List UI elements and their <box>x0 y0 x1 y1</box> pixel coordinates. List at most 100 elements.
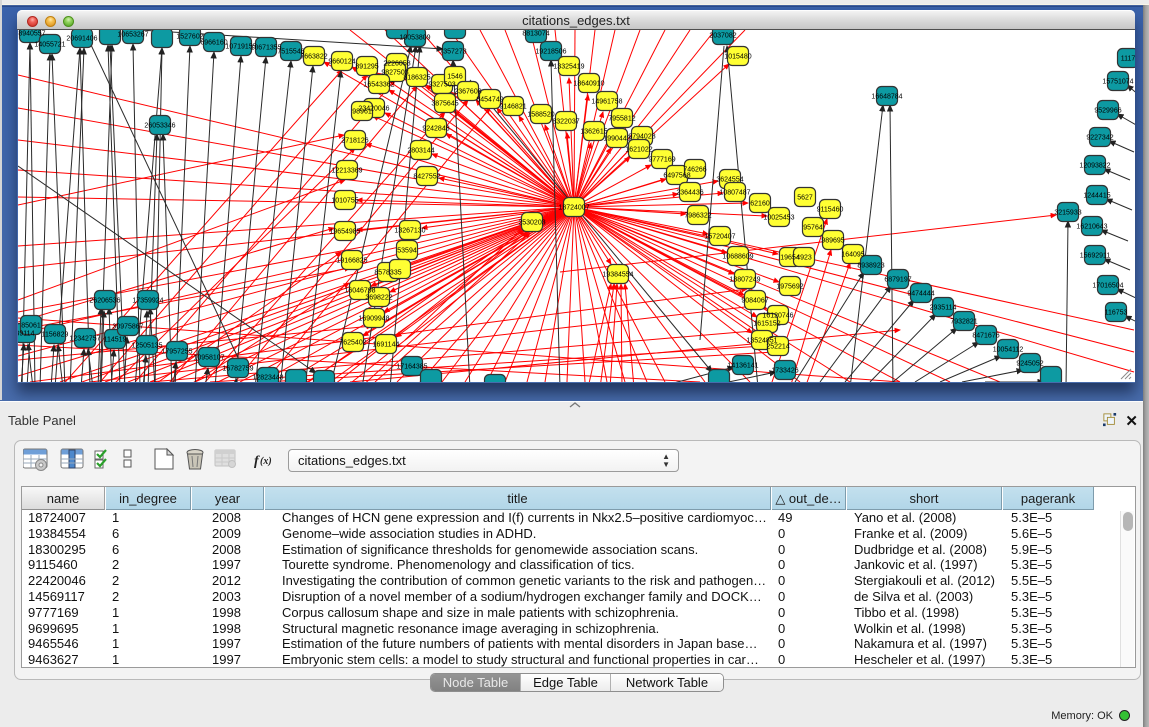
svg-text:15692911: 15692911 <box>1080 253 1111 260</box>
svg-text:85061: 85061 <box>21 323 41 330</box>
svg-text:3215933: 3215933 <box>1054 210 1081 217</box>
svg-text:8938923: 8938923 <box>857 263 884 270</box>
svg-text:9146821: 9146821 <box>499 104 526 111</box>
svg-text:17359924: 17359924 <box>132 298 163 305</box>
svg-text:116753: 116753 <box>1105 310 1128 317</box>
svg-text:9245052: 9245052 <box>1016 361 1043 368</box>
svg-text:1244415: 1244415 <box>1083 193 1110 200</box>
svg-text:9242848: 9242848 <box>422 126 449 133</box>
svg-text:3698222: 3698222 <box>365 295 392 302</box>
svg-text:39114: 39114 <box>18 331 35 338</box>
svg-text:12505135: 12505135 <box>131 343 162 350</box>
svg-text:8813074: 8813074 <box>522 31 549 38</box>
svg-text:10688609: 10688609 <box>722 254 753 261</box>
svg-text:9474444: 9474444 <box>907 291 934 298</box>
svg-text:5627: 5627 <box>797 195 813 202</box>
svg-text:17957255: 17957255 <box>161 349 192 356</box>
svg-text:16543362: 16543362 <box>363 82 394 89</box>
svg-text:1975692: 1975692 <box>776 284 803 291</box>
svg-text:6879197: 6879197 <box>884 277 911 284</box>
svg-text:9227342: 9227342 <box>1086 135 1113 142</box>
svg-text:1691144: 1691144 <box>373 342 400 349</box>
svg-text:95764: 95764 <box>803 225 823 232</box>
svg-text:3875645: 3875645 <box>431 101 458 108</box>
svg-text:9794028: 9794028 <box>628 134 655 141</box>
svg-text:10053809: 10053809 <box>399 35 430 42</box>
svg-text:16046798: 16046798 <box>344 288 375 295</box>
svg-text:15720407: 15720407 <box>704 234 735 241</box>
svg-text:16782759: 16782759 <box>222 366 253 373</box>
svg-text:891295: 891295 <box>355 64 378 71</box>
svg-text:8186325: 8186325 <box>403 75 430 82</box>
svg-text:10807487: 10807487 <box>719 190 750 197</box>
svg-text:7357273: 7357273 <box>439 49 466 56</box>
svg-text:9529966: 9529966 <box>1094 108 1121 115</box>
svg-text:12093822: 12093822 <box>1079 163 1110 170</box>
svg-text:8322037: 8322037 <box>552 119 579 126</box>
svg-text:19218506: 19218506 <box>535 49 566 56</box>
svg-text:53594: 53594 <box>397 248 417 255</box>
svg-text:16210643: 16210643 <box>1076 224 1107 231</box>
svg-text:12342757: 12342757 <box>69 336 100 343</box>
svg-text:1362615: 1362615 <box>580 129 607 136</box>
svg-text:114519: 114519 <box>104 337 127 344</box>
svg-text:19654985: 19654985 <box>329 229 360 236</box>
svg-text:(x): (x) <box>260 456 272 467</box>
svg-text:16120746: 16120746 <box>762 313 793 320</box>
svg-text:7663822: 7663822 <box>300 54 327 61</box>
svg-text:6497568: 6497568 <box>663 173 690 180</box>
svg-text:16648784: 16648784 <box>871 94 902 101</box>
svg-text:746266: 746266 <box>683 167 706 174</box>
svg-text:1546: 1546 <box>447 74 463 81</box>
svg-text:9115460: 9115460 <box>817 207 844 214</box>
svg-text:12823448: 12823448 <box>252 375 283 382</box>
svg-text:6966160: 6966160 <box>200 40 227 47</box>
svg-text:1010755: 1010755 <box>331 198 358 205</box>
svg-text:164095: 164095 <box>841 252 864 259</box>
svg-text:19166825: 19166825 <box>336 258 367 265</box>
svg-text:62160: 62160 <box>750 201 770 208</box>
svg-text:12213369: 12213369 <box>331 168 362 175</box>
svg-text:26053346: 26053346 <box>144 123 175 130</box>
svg-text:4923: 4923 <box>796 255 812 262</box>
svg-text:1990443: 1990443 <box>603 136 630 143</box>
svg-text:10054112: 10054112 <box>993 347 1024 354</box>
svg-text:7955812: 7955812 <box>608 116 635 123</box>
svg-text:15751074: 15751074 <box>1102 79 1133 86</box>
svg-text:30975867: 30975867 <box>112 324 143 331</box>
svg-text:8454749: 8454749 <box>476 97 503 104</box>
svg-text:10025453: 10025453 <box>763 215 794 222</box>
svg-text:8578335: 8578335 <box>374 270 401 277</box>
svg-text:18724007: 18724007 <box>558 205 589 212</box>
svg-text:2037082: 2037082 <box>709 33 736 40</box>
svg-text:17164385: 17164385 <box>396 364 427 371</box>
svg-text:16909948: 16909948 <box>358 316 389 323</box>
svg-text:2530203: 2530203 <box>518 220 545 227</box>
svg-text:2935114: 2935114 <box>930 305 957 312</box>
svg-text:1156829: 1156829 <box>42 332 69 339</box>
svg-text:8427552: 8427552 <box>413 174 440 181</box>
svg-text:20691406: 20691406 <box>66 36 97 43</box>
svg-text:989695: 989695 <box>821 238 844 245</box>
svg-text:18807249: 18807249 <box>729 277 760 284</box>
svg-text:9660124: 9660124 <box>328 59 355 66</box>
svg-text:1733426: 1733426 <box>771 368 798 375</box>
svg-text:13267130: 13267130 <box>394 228 425 235</box>
svg-text:1117: 1117 <box>1121 56 1135 63</box>
svg-text:1621022: 1621022 <box>625 147 652 154</box>
svg-text:2718126: 2718126 <box>341 138 368 145</box>
svg-text:1615152: 1615152 <box>753 321 780 328</box>
svg-text:13325419: 13325419 <box>553 64 584 71</box>
svg-text:26206536: 26206536 <box>89 298 120 305</box>
svg-text:10958107: 10958107 <box>193 355 224 362</box>
svg-text:1588520: 1588520 <box>527 112 554 119</box>
svg-text:17016504: 17016504 <box>1092 283 1123 290</box>
svg-text:2367608: 2367608 <box>454 89 481 96</box>
svg-text:2226058: 2226058 <box>383 61 410 68</box>
svg-text:14961758: 14961758 <box>591 99 622 106</box>
svg-text:14136141: 14136141 <box>727 363 758 370</box>
svg-text:2803144: 2803144 <box>407 148 434 155</box>
svg-text:18940557: 18940557 <box>18 31 46 38</box>
svg-text:2364436: 2364436 <box>676 190 703 197</box>
svg-text:8471676: 8471676 <box>972 333 999 340</box>
